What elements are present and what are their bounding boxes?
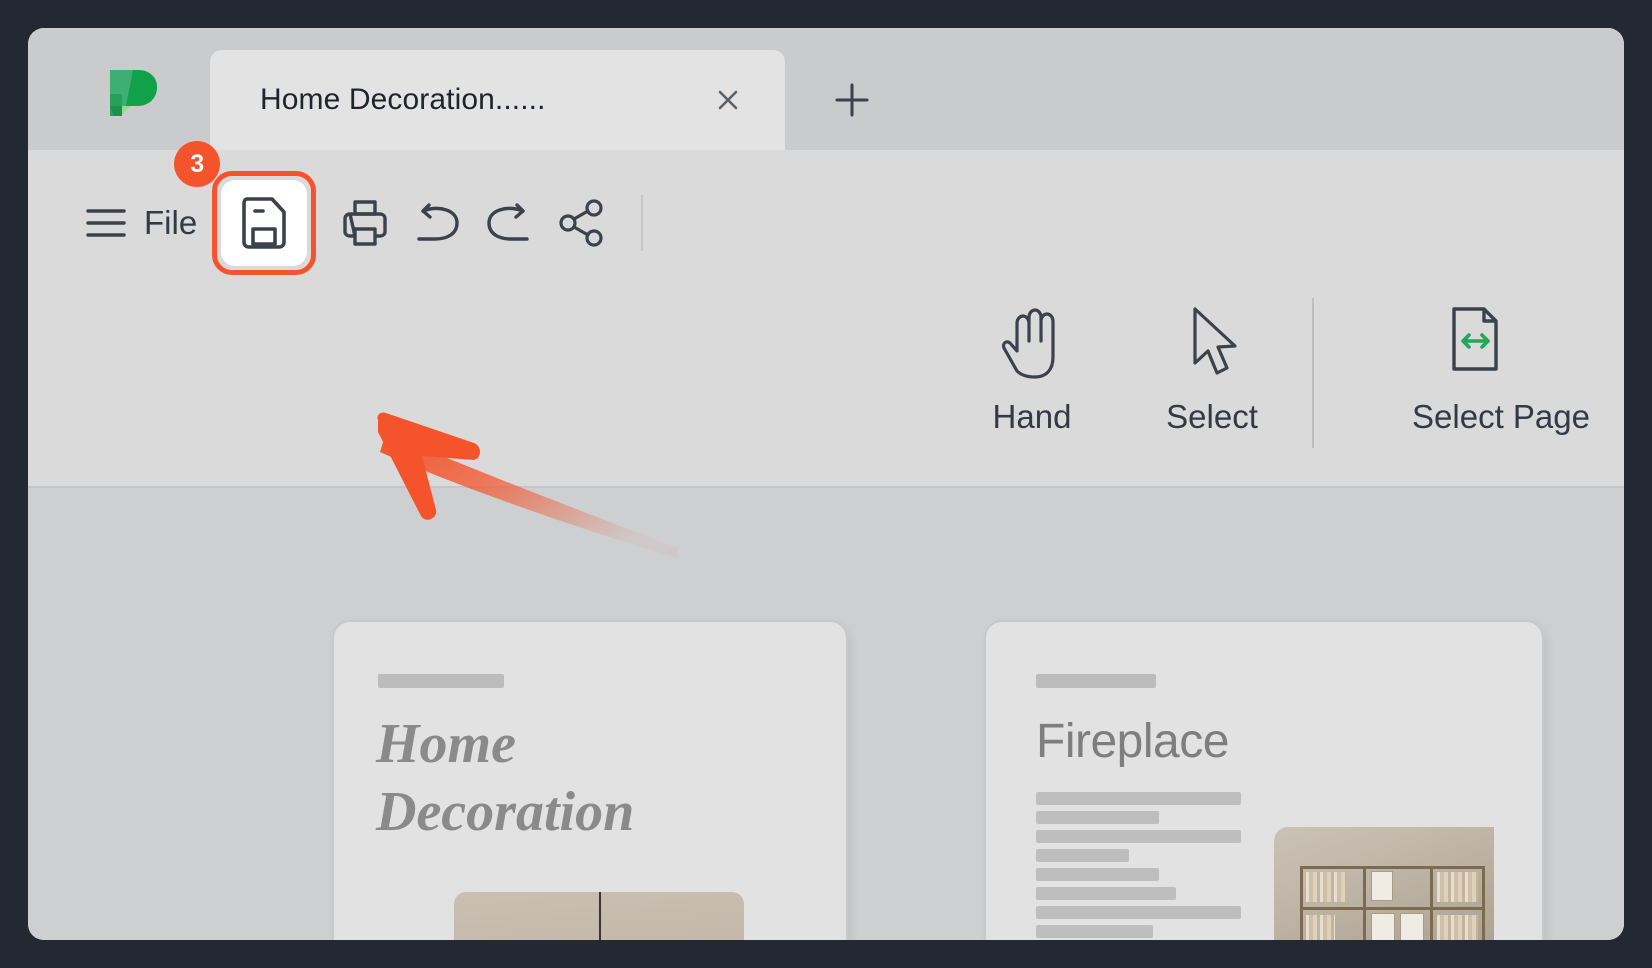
cursor-arrow-icon [1179,298,1245,384]
undo-button[interactable] [401,187,473,259]
tab-home-decoration[interactable]: Home Decoration...... [210,50,785,150]
paragraph-line [1036,830,1241,843]
share-button[interactable] [545,187,617,259]
page-tag-bar [378,674,504,688]
undo-arrow-icon [417,203,459,241]
print-button[interactable] [329,187,401,259]
toolbar-divider [641,195,644,251]
bookshelf-interior-photo [1274,827,1494,940]
toolbar-primary-group: File 3 [74,141,644,275]
step-badge: 3 [174,141,221,187]
paragraph-line [1036,868,1159,881]
page-card-fireplace[interactable]: Fireplace [984,620,1544,940]
mode-divider [1312,298,1314,448]
page-title-home-decoration: Home Decoration [376,713,635,844]
page-tag-bar [1036,674,1156,688]
interior-furniture-photo [454,892,744,940]
paragraph-line [1036,849,1129,862]
hand-tool[interactable]: Hand [942,298,1122,436]
save-document-icon [242,197,286,249]
app-window: Home Decoration...... File 3 Hand Select… [28,28,1624,940]
save-button-container: 3 [174,141,317,275]
document-canvas[interactable]: Home Decoration Fireplace [28,488,1624,940]
paragraph-line [1036,792,1241,805]
paragraph-line [1036,811,1159,824]
page-title-fireplace: Fireplace [1036,715,1229,768]
page-card-home-decoration[interactable]: Home Decoration [332,620,848,940]
hamburger-menu-icon[interactable] [74,187,138,259]
tab-title: Home Decoration...... [260,83,546,116]
share-nodes-icon [559,199,603,247]
paragraph-line [1036,925,1153,938]
wps-leaf-logo-icon [104,64,162,122]
select-tool-label: Select [1166,398,1258,435]
save-button[interactable] [221,180,308,266]
paragraph-line [1036,887,1176,900]
select-page-tool[interactable]: Select Page [1324,298,1624,436]
close-icon[interactable] [711,83,745,117]
paragraph-line [1036,906,1241,919]
device-frame: Home Decoration...... File 3 Hand Select… [0,0,1652,968]
new-tab-button[interactable] [828,76,876,124]
select-page-tool-label: Select Page [1412,398,1590,435]
hand-tool-label: Hand [992,398,1072,435]
redo-button[interactable] [473,187,545,259]
file-menu-button[interactable]: File [138,204,211,242]
select-page-icon [1442,298,1506,384]
toolbar: File 3 Hand Select Select Page [28,141,1624,558]
printer-icon [343,200,387,246]
tab-strip: Home Decoration...... [28,28,1624,150]
redo-arrow-icon [487,203,529,241]
toolbar-mode-group: Hand Select Select Page [942,298,1624,468]
hand-icon [995,298,1069,384]
select-tool[interactable]: Select [1122,298,1302,436]
